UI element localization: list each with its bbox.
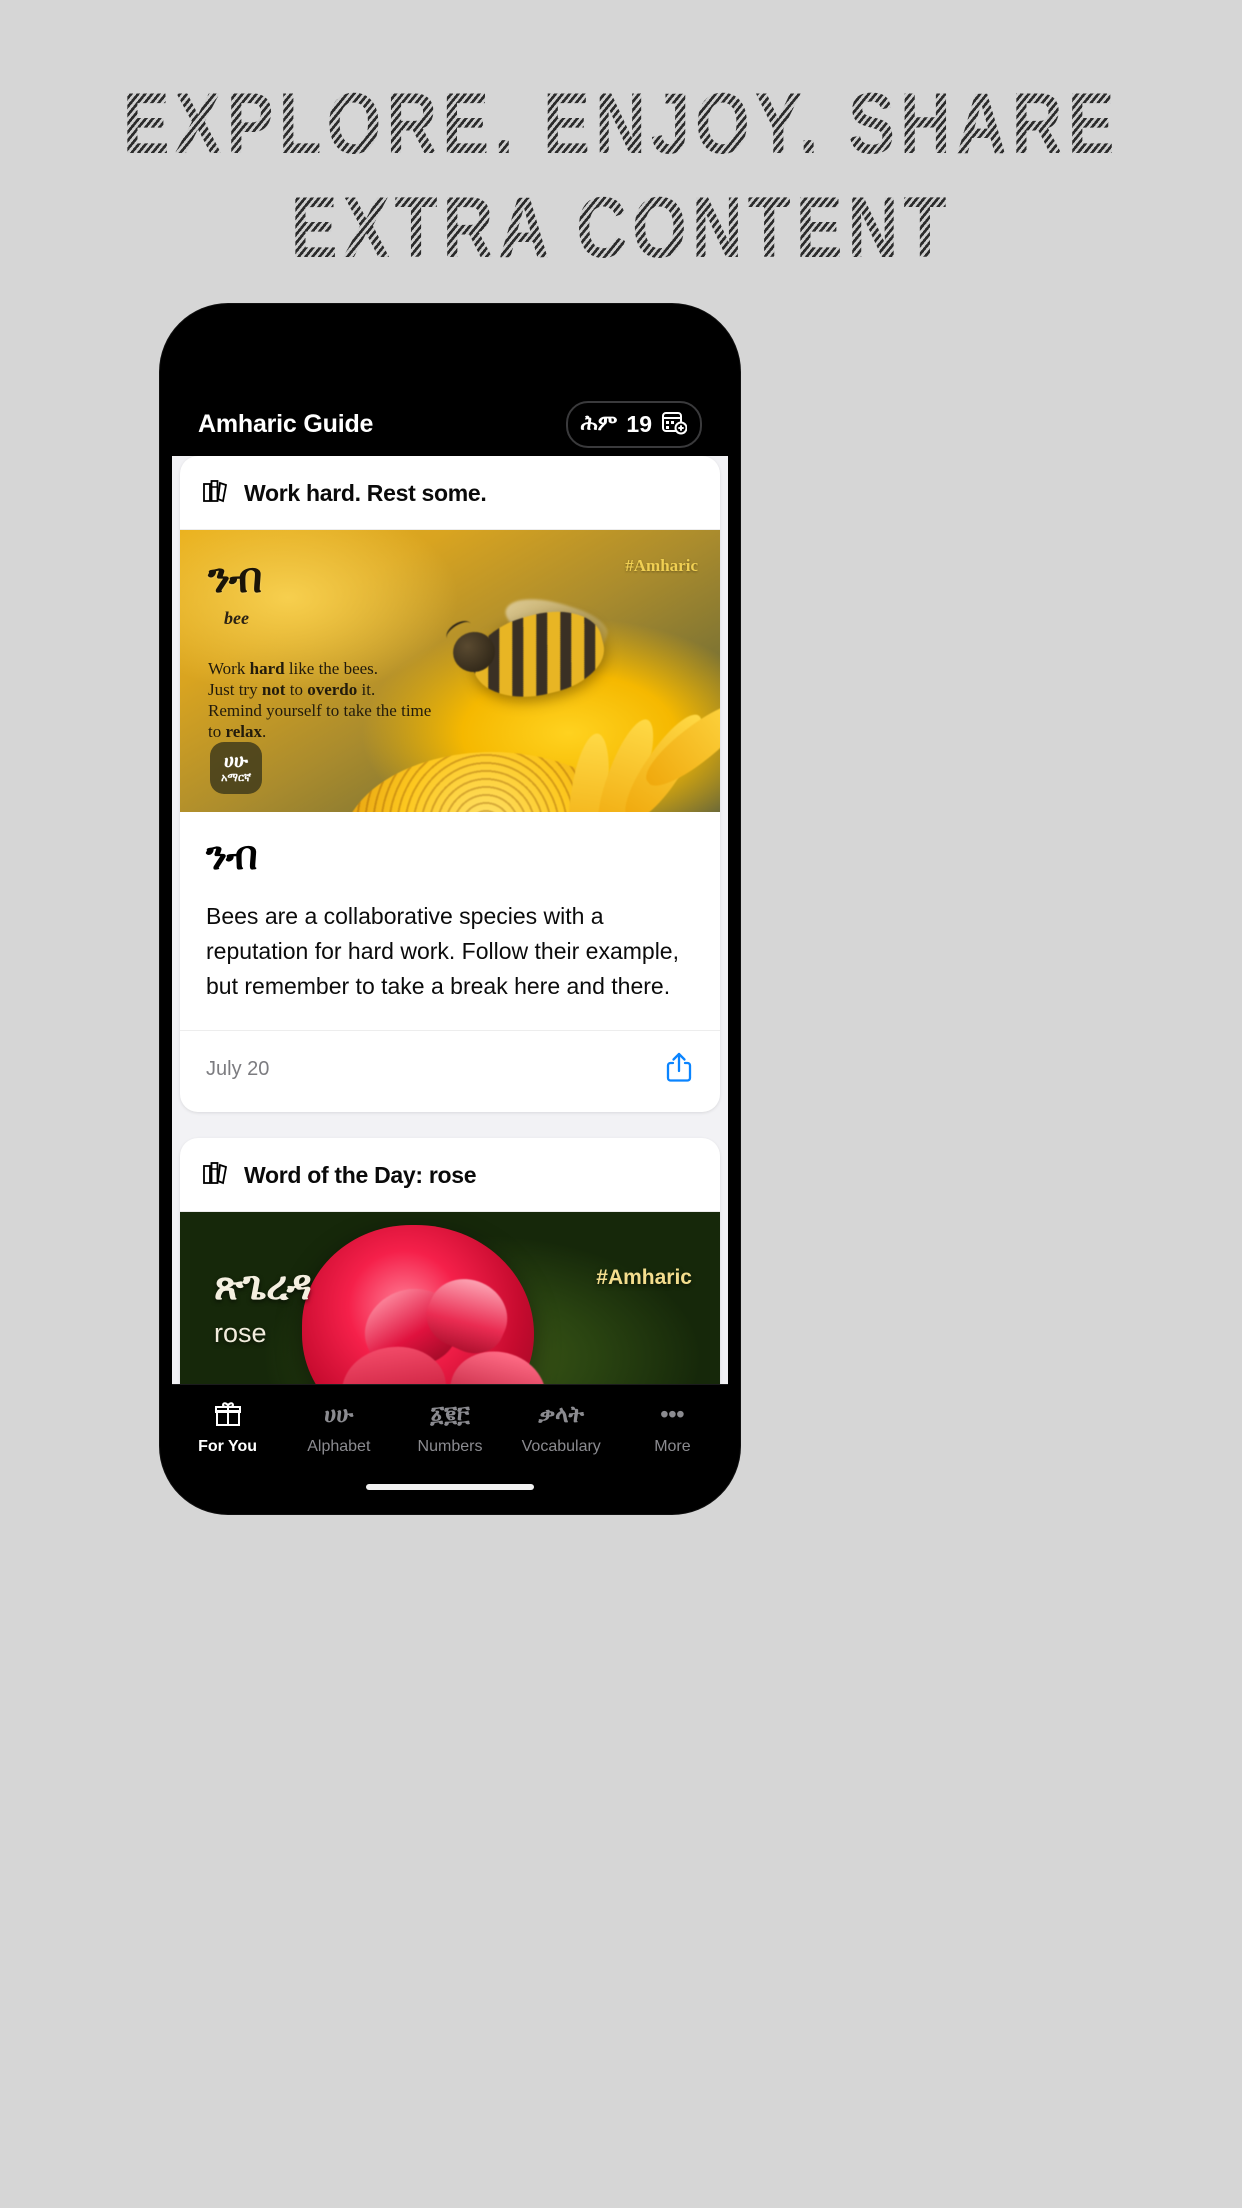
phone-mockup: Amharic Guide ሕም 19 Work hard. Rest some…: [160, 304, 740, 1514]
more-icon: •••: [660, 1399, 684, 1429]
numbers-glyph: ፩፪፫: [430, 1400, 470, 1427]
card-title: Work hard. Rest some.: [244, 480, 487, 506]
vocabulary-icon: ቃላት: [538, 1399, 584, 1429]
promo-headline: EXPLORE. ENJOY. SHARE EXTRA CONTENT: [0, 72, 1242, 280]
quote-l1c: like the bees.: [284, 659, 379, 678]
calendar-add-icon: [661, 409, 688, 440]
quote-l4b: relax: [225, 722, 262, 741]
share-icon[interactable]: [664, 1051, 694, 1088]
books-icon: [202, 478, 230, 509]
watermark-bottom-text: አማርኛ: [220, 772, 252, 784]
tab-numbers[interactable]: ፩፪፫ Numbers: [394, 1399, 505, 1456]
card-description: Bees are a collaborative species with a …: [206, 903, 679, 999]
feed-scroll-area[interactable]: Work hard. Rest some. ንብ bee Work hard l…: [172, 456, 728, 1432]
quote-l4c: .: [262, 722, 267, 741]
hero-hashtag: #Amharic: [596, 1266, 692, 1289]
quote-l2a: Just try: [208, 680, 262, 699]
quote-l1b: hard: [249, 659, 285, 678]
alphabet-icon: ሀሁ: [324, 1399, 353, 1429]
card-header: Word of the Day: rose: [180, 1138, 720, 1212]
tab-alphabet[interactable]: ሀሁ Alphabet: [283, 1399, 394, 1456]
promo-screenshot: EXPLORE. ENJOY. SHARE EXTRA CONTENT Amha…: [0, 0, 1242, 2208]
quote-l2d: overdo: [307, 680, 358, 699]
card-hero-image-bee: ንብ bee Work hard like the bees. Just try…: [180, 530, 720, 812]
tab-label: For You: [198, 1438, 258, 1455]
quote-l2e: it.: [357, 680, 376, 699]
hero-amharic-word: ንብ: [208, 554, 262, 601]
streak-badge[interactable]: ሕም 19: [565, 400, 702, 448]
hero-hashtag: #Amharic: [625, 556, 698, 575]
tab-label: Numbers: [417, 1438, 483, 1455]
phone-notch: [352, 316, 548, 346]
hero-translation: bee: [224, 608, 249, 628]
headline-line-2: EXTRA CONTENT: [112, 176, 1130, 280]
card-amharic-word: ንብ: [206, 834, 258, 878]
feed-card-bee[interactable]: Work hard. Rest some. ንብ bee Work hard l…: [180, 456, 720, 1112]
tab-for-you[interactable]: For You: [172, 1399, 283, 1456]
tab-vocabulary[interactable]: ቃላት Vocabulary: [506, 1399, 617, 1456]
quote-l1a: Work: [208, 659, 250, 678]
tab-more[interactable]: ••• More: [617, 1399, 728, 1456]
gift-icon: [214, 1399, 242, 1429]
app-navbar: Amharic Guide ሕም 19: [172, 392, 728, 456]
card-date: July 20: [206, 1058, 270, 1080]
numbers-icon: ፩፪፫: [430, 1399, 469, 1429]
headline-line-1: EXPLORE. ENJOY. SHARE: [112, 72, 1130, 176]
streak-count: 19: [626, 410, 652, 437]
streak-amharic-label: ሕም: [580, 412, 618, 435]
card-footer: July 20: [180, 1030, 720, 1112]
app-watermark-logo: ሀሁ አማርኛ: [210, 742, 262, 794]
tab-label: More: [654, 1438, 691, 1455]
hero-amharic-word: ጽጌረዳ: [214, 1264, 312, 1308]
books-icon: [202, 1160, 230, 1191]
card-header: Work hard. Rest some.: [180, 456, 720, 530]
tab-label: Alphabet: [307, 1438, 371, 1455]
alphabet-glyph: ሀሁ: [324, 1400, 354, 1427]
quote-l2c: to: [285, 680, 308, 699]
tab-label: Vocabulary: [521, 1438, 601, 1455]
hero-quote-text: Work hard like the bees. Just try not to…: [208, 658, 458, 742]
phone-screen: Amharic Guide ሕም 19 Work hard. Rest some…: [172, 316, 728, 1502]
card-title: Word of the Day: rose: [244, 1162, 477, 1188]
more-glyph: •••: [660, 1400, 685, 1427]
watermark-top-text: ሀሁ: [224, 751, 248, 772]
vocabulary-glyph: ቃላት: [538, 1400, 585, 1427]
card-body: ንብ Bees are a collaborative species with…: [180, 812, 720, 1012]
page-title: Amharic Guide: [198, 409, 374, 438]
quote-l4a: to: [208, 722, 226, 741]
hero-translation: rose: [214, 1318, 267, 1348]
quote-l2b: not: [261, 680, 286, 699]
home-indicator: [366, 1484, 534, 1490]
quote-l3: Remind yourself to take the time: [208, 701, 432, 720]
